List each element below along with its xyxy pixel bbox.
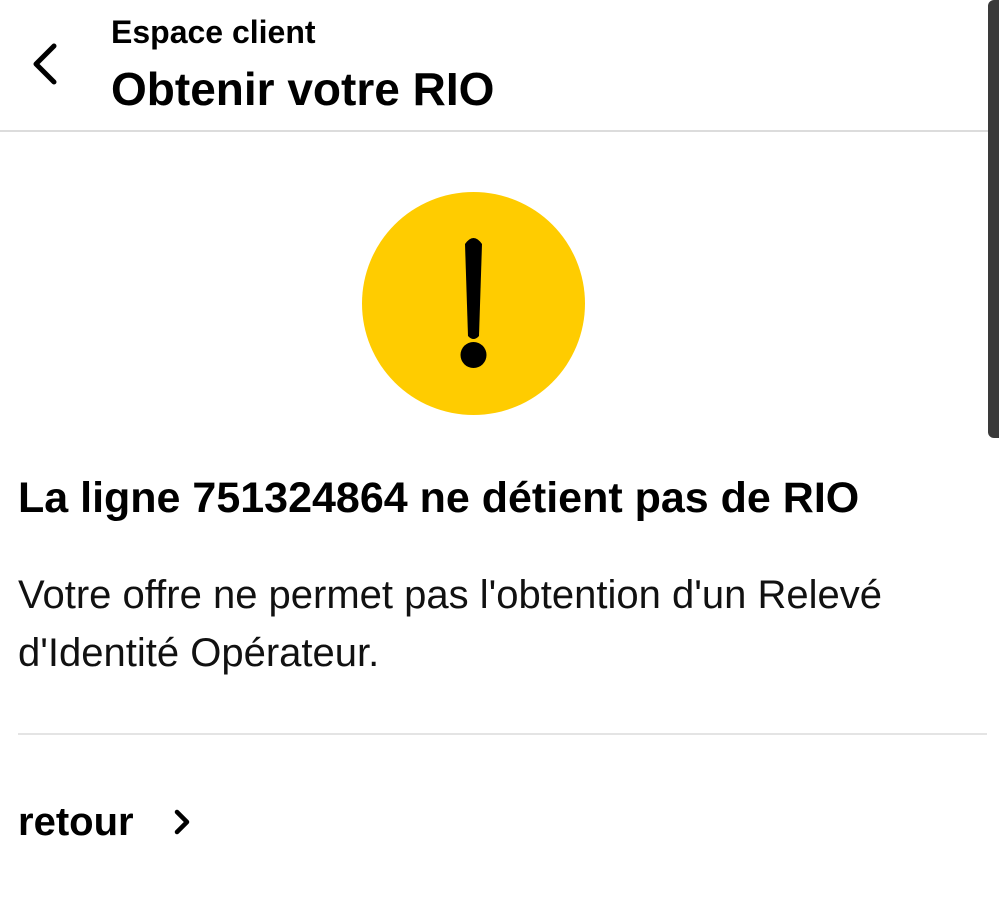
result-description: Votre offre ne permet pas l'obtention d'… (18, 573, 882, 675)
chevron-right-icon (172, 807, 192, 837)
scrollbar[interactable] (988, 0, 999, 438)
page-title: Obtenir votre RIO (111, 63, 495, 115)
back-button[interactable] (18, 38, 70, 94)
retour-link[interactable]: retour (18, 792, 192, 852)
chevron-left-icon (28, 40, 60, 93)
warning-icon (362, 192, 585, 415)
result-title: La ligne 751324864 ne détient pas de RIO (18, 474, 860, 522)
header-subtitle: Espace client (111, 14, 316, 50)
retour-label: retour (18, 800, 134, 844)
app-header: Espace client Obtenir votre RIO (0, 0, 999, 132)
divider (18, 733, 987, 735)
